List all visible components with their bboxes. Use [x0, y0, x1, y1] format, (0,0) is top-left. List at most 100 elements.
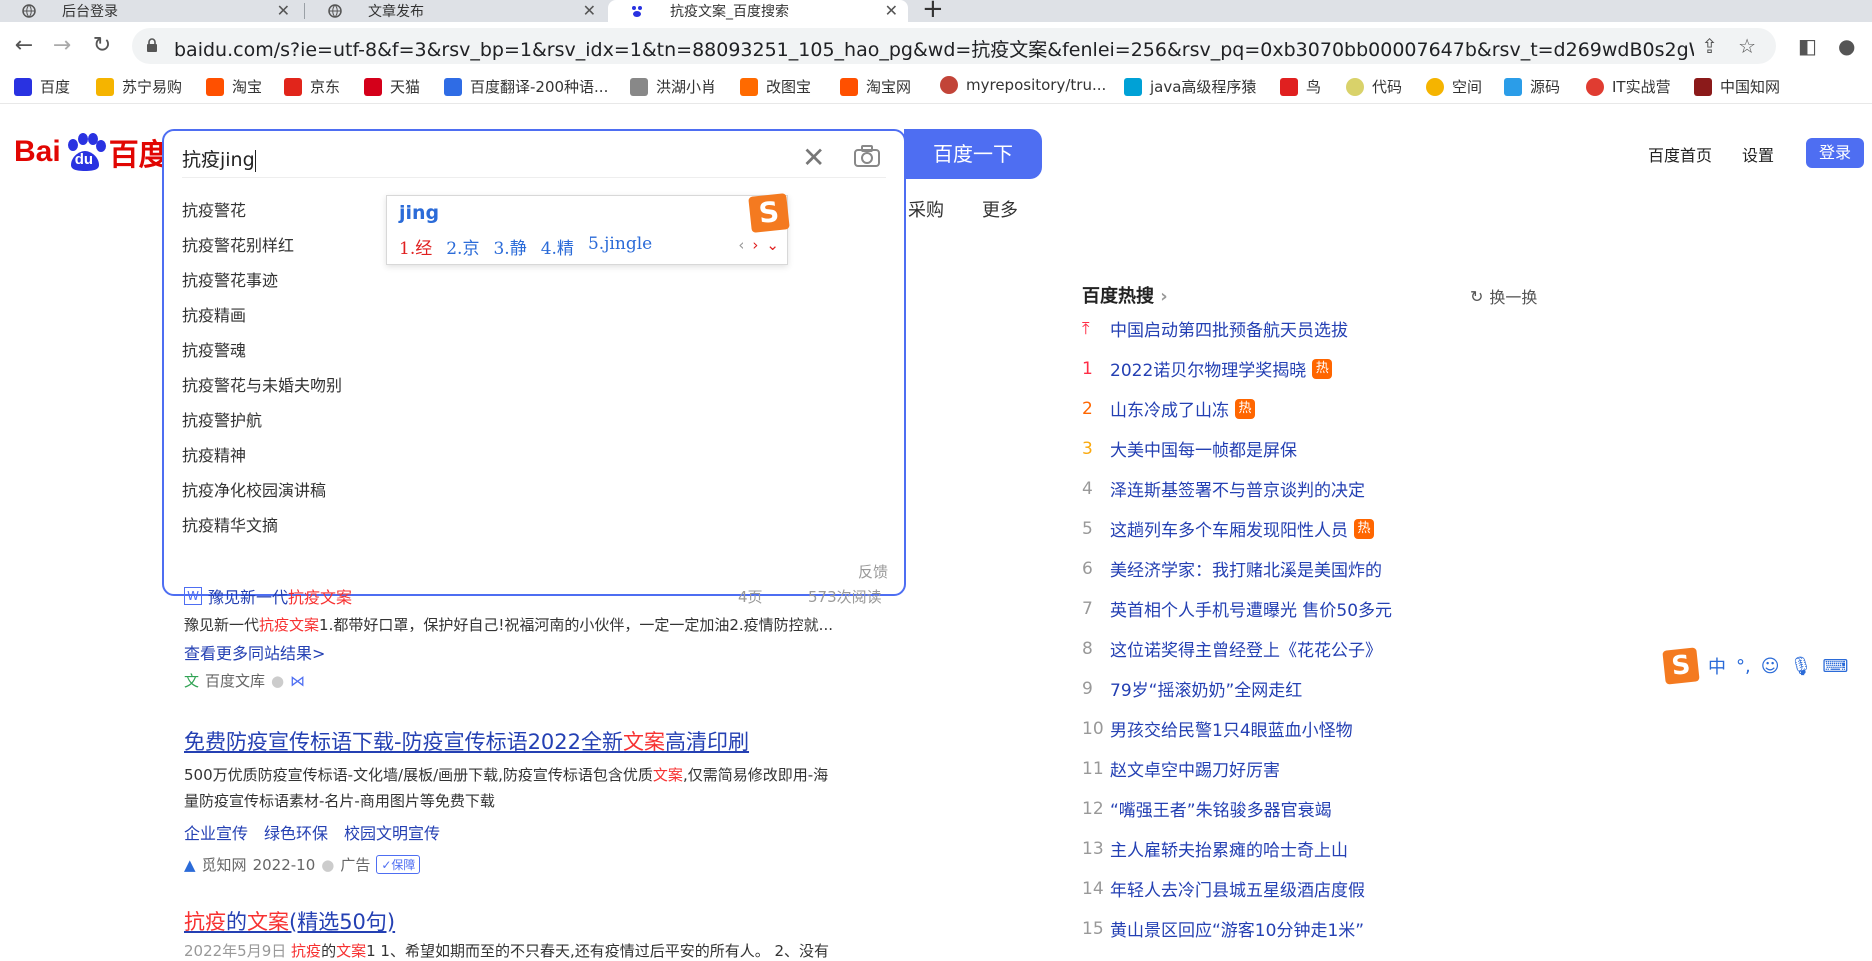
chevron-left-icon[interactable]: ‹ — [738, 236, 744, 254]
bookmark-item[interactable]: 改图宝 — [740, 76, 811, 97]
ime-candidate[interactable]: 4.精 — [541, 234, 574, 259]
doc-pages: 4页 — [738, 588, 763, 606]
bookmark-item[interactable]: IT实战营 — [1586, 76, 1671, 97]
tab-admin-login[interactable]: 后台登录 ✕ — [0, 0, 300, 22]
hot-search-item[interactable]: 12 “嘴强王者”朱铭骏多器官衰竭 — [1082, 796, 1332, 822]
camera-icon[interactable] — [854, 145, 880, 167]
hot-search-item[interactable]: 7 英首相个人手机号遭曝光 售价50多元 — [1082, 596, 1392, 622]
bookmark-item[interactable]: 淘宝网 — [840, 76, 911, 97]
forward-icon[interactable]: → — [50, 34, 74, 58]
bookmark-item[interactable]: myrepository/tru... — [940, 76, 1106, 94]
suggestion-item[interactable]: 抗疫精画 — [182, 302, 246, 326]
sitelink[interactable]: 企业宣传 — [184, 820, 248, 844]
back-icon[interactable]: ← — [12, 34, 36, 58]
more-same-site-link[interactable]: 查看更多同站结果> — [184, 640, 325, 664]
ime-candidate[interactable]: 3.静 — [493, 234, 526, 259]
hot-search-item[interactable]: ⤒ 中国启动第四批预备航天员选拔 — [1082, 316, 1348, 342]
bookmark-item[interactable]: 百度 — [14, 76, 70, 97]
mic-icon[interactable]: 🎙 — [1790, 656, 1813, 677]
suggestion-item[interactable]: 抗疫警花别样红 — [182, 232, 294, 256]
bookmark-item[interactable]: 鸟 — [1280, 76, 1321, 97]
suggestion-item[interactable]: 抗疫警魂 — [182, 337, 246, 361]
bookmark-item[interactable]: 百度翻译-200种语... — [444, 76, 608, 97]
sitelink[interactable]: 校园文明宣传 — [344, 820, 440, 844]
side-panel-icon[interactable]: ◧ — [1798, 34, 1817, 58]
result-title[interactable]: 抗疫的文案(精选50句) — [184, 906, 395, 936]
suggestion-item[interactable]: 抗疫警护航 — [182, 407, 262, 431]
feedback-link[interactable]: 反馈 — [858, 561, 888, 582]
ime-punct[interactable]: °, — [1736, 656, 1751, 677]
hot-search-item[interactable]: 10 男孩交给民警1只4眼蓝血小怪物 — [1082, 716, 1353, 742]
ime-candidate[interactable]: 1.经 — [399, 234, 432, 259]
baidu-home-link[interactable]: 百度首页 — [1648, 142, 1712, 166]
bookmark-item[interactable]: java高级程序猿 — [1124, 76, 1256, 97]
refresh-button[interactable]: ↻ 换一换 — [1470, 284, 1537, 308]
tab-more[interactable]: 更多 — [982, 196, 1018, 222]
hot-search-item[interactable]: 1 2022诺贝尔物理学奖揭晓热 — [1082, 356, 1333, 381]
close-icon[interactable]: ✕ — [885, 1, 898, 20]
tab-caigou[interactable]: 采购 — [908, 196, 944, 222]
result-doc-title[interactable]: W 豫见新一代 抗疫文案 — [184, 584, 352, 608]
hot-search-title[interactable]: 百度热搜 › — [1082, 282, 1168, 308]
bookmark-item[interactable]: 苏宁易购 — [96, 76, 182, 97]
hot-search-item[interactable]: 5 这趟列车多个车厢发现阳性人员热 — [1082, 516, 1374, 541]
ime-candidate-window: jing 1.经 2.京 3.静 4.精 5.jingle ‹ › ⌄ — [386, 195, 788, 265]
sitelink[interactable]: 绿色环保 — [264, 820, 328, 844]
bookmark-item[interactable]: 空间 — [1426, 76, 1482, 97]
ime-mode[interactable]: 中 — [1708, 653, 1726, 679]
close-icon[interactable]: ✕ — [277, 1, 290, 20]
hot-search-item[interactable]: 9 79岁“摇滚奶奶”全网走红 — [1082, 676, 1302, 702]
hot-search-item[interactable]: 15 黄山景区回应“游客10分钟走1米” — [1082, 916, 1364, 942]
hot-search-item[interactable]: 14 年轻人去冷门县城五星级酒店度假 — [1082, 876, 1365, 902]
address-bar[interactable]: baidu.com/s?ie=utf-8&f=3&rsv_bp=1&rsv_id… — [132, 28, 1776, 64]
keyboard-icon[interactable]: ⌨ — [1822, 656, 1848, 677]
bookmark-item[interactable]: 源码 — [1504, 76, 1560, 97]
ime-candidate[interactable]: 5.jingle — [588, 234, 652, 259]
share-icon[interactable]: ⇪ — [1701, 34, 1718, 58]
bookmark-item[interactable]: 淘宝 — [206, 76, 262, 97]
suggestion-item[interactable]: 抗疫警花 — [182, 197, 246, 221]
bookmark-icon — [1124, 77, 1142, 96]
search-input[interactable]: 抗疫jing — [182, 145, 256, 172]
tab-baidu-search[interactable]: 抗疫文案_百度搜索 ✕ — [608, 0, 908, 22]
result-title[interactable]: 免费防疫宣传标语下载-防疫宣传标语2022全新文案高清印刷 — [184, 726, 749, 756]
chevron-right-icon[interactable]: › — [752, 236, 758, 254]
ime-candidate[interactable]: 2.京 — [446, 234, 479, 259]
close-icon[interactable]: ✕ — [583, 1, 596, 20]
profile-icon[interactable]: ● — [1838, 34, 1855, 58]
hot-search-item[interactable]: 13 主人雇轿夫抬累瘫的哈士奇上山 — [1082, 836, 1348, 862]
hot-search-item[interactable]: 8 这位诺奖得主曾经登上《花花公子》 — [1082, 636, 1382, 662]
baidu-logo[interactable]: Bai du 百度 — [14, 130, 169, 174]
suggestion-item[interactable]: 抗疫精神 — [182, 442, 246, 466]
hot-search-item[interactable]: 3 大美中国每一帧都是屏保 — [1082, 436, 1297, 462]
bookmark-item[interactable]: 洪湖小肖 — [630, 76, 716, 97]
chevron-down-icon[interactable]: ⌄ — [766, 236, 779, 254]
suggestion-item[interactable]: 抗疫警花与未婚夫吻别 — [182, 372, 342, 396]
bookmark-item[interactable]: 中国知网 — [1694, 76, 1780, 97]
new-tab-icon[interactable]: + — [922, 0, 944, 24]
bookmark-item[interactable]: 京东 — [284, 76, 340, 97]
suggestion-item[interactable]: 抗疫精华文摘 — [182, 512, 278, 536]
chevron-right-icon: › — [1160, 286, 1168, 307]
suggestion-item[interactable]: 抗疫净化校园演讲稿 — [182, 477, 326, 501]
tab-article-publish[interactable]: 文章发布 ✕ — [306, 0, 606, 22]
clear-icon[interactable]: ✕ — [802, 141, 825, 174]
bookmark-item[interactable]: 代码 — [1346, 76, 1402, 97]
lock-icon — [147, 38, 157, 52]
bookmark-item[interactable]: 天猫 — [364, 76, 420, 97]
baidu-paw-icon — [632, 6, 642, 17]
settings-link[interactable]: 设置 — [1742, 142, 1774, 166]
search-button[interactable]: 百度一下 — [904, 129, 1042, 179]
login-button[interactable]: 登录 — [1806, 138, 1864, 168]
hot-rank: 4 — [1082, 478, 1093, 499]
hot-search-item[interactable]: 2 山东冷成了山冻热 — [1082, 396, 1255, 421]
star-icon[interactable]: ☆ — [1738, 34, 1756, 58]
sogou-ime-icon: S — [748, 193, 790, 233]
suggestion-item[interactable]: 抗疫警花事迹 — [182, 267, 278, 291]
hot-title: “嘴强王者”朱铭骏多器官衰竭 — [1110, 801, 1332, 821]
hot-search-item[interactable]: 6 美经济学家：我打赌北溪是美国炸的 — [1082, 556, 1382, 582]
hot-search-item[interactable]: 4 泽连斯基签署不与普京谈判的决定 — [1082, 476, 1365, 502]
hot-search-item[interactable]: 11 赵文卓空中踢刀好厉害 — [1082, 756, 1280, 782]
emoji-icon[interactable]: ☺ — [1761, 656, 1780, 677]
reload-icon[interactable]: ↻ — [90, 34, 114, 58]
